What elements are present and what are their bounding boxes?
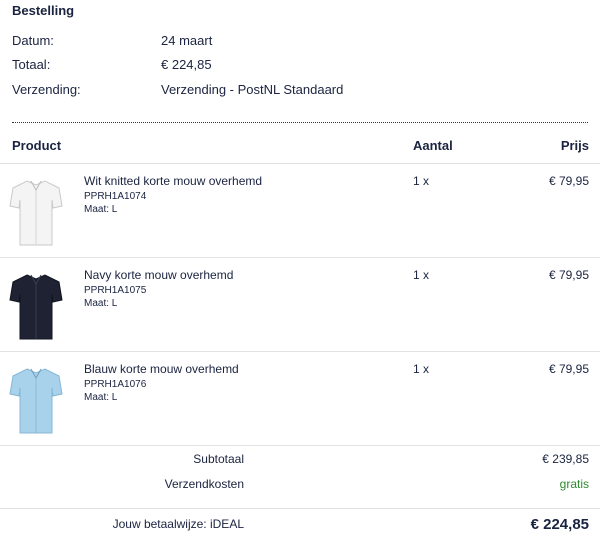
row-divider xyxy=(0,445,600,446)
order-title: Bestelling xyxy=(12,3,75,18)
dotted-divider xyxy=(12,122,588,123)
product-row: Navy korte mouw overhemd PPRH1A1075 Maat… xyxy=(0,258,600,352)
product-price: € 79,95 xyxy=(548,268,589,282)
payment-method-label: Jouw betaalwijze: iDEAL xyxy=(112,517,244,531)
product-price: € 79,95 xyxy=(548,174,589,188)
product-name[interactable]: Navy korte mouw overhemd xyxy=(84,268,233,282)
subtotal-value: € 239,85 xyxy=(542,452,589,466)
subtotal-label: Subtotaal xyxy=(193,452,244,466)
product-sku: PPRH1A1075 xyxy=(84,285,147,296)
product-quantity: 1 x xyxy=(413,362,430,376)
product-price: € 79,95 xyxy=(548,362,589,376)
product-quantity: 1 x xyxy=(413,268,430,282)
white-shirt-icon[interactable] xyxy=(9,176,63,248)
date-label: Datum: xyxy=(12,33,54,48)
date-value: 24 maart xyxy=(161,33,213,48)
header-price: Prijs xyxy=(560,138,589,153)
shipping-value: Verzending - PostNL Standaard xyxy=(161,82,344,97)
product-name[interactable]: Blauw korte mouw overhemd xyxy=(84,362,239,376)
shipping-cost-label: Verzendkosten xyxy=(164,477,244,491)
shipping-label: Verzending: xyxy=(12,82,81,97)
grand-total-value: € 224,85 xyxy=(530,516,589,533)
product-row: Blauw korte mouw overhemd PPRH1A1076 Maa… xyxy=(0,352,600,446)
total-divider xyxy=(0,508,600,509)
light-blue-shirt-icon[interactable] xyxy=(9,364,63,436)
product-sku: PPRH1A1074 xyxy=(84,191,147,202)
product-size: Maat: L xyxy=(84,204,118,215)
header-quantity: Aantal xyxy=(413,138,453,153)
product-size: Maat: L xyxy=(84,392,118,403)
total-value: € 224,85 xyxy=(161,57,212,72)
navy-shirt-icon[interactable] xyxy=(9,270,63,342)
product-name[interactable]: Wit knitted korte mouw overhemd xyxy=(84,174,262,188)
header-product: Product xyxy=(12,138,62,153)
product-quantity: 1 x xyxy=(413,174,430,188)
total-label: Totaal: xyxy=(12,57,51,72)
shipping-cost-value: gratis xyxy=(559,477,589,491)
product-size: Maat: L xyxy=(84,298,118,309)
product-sku: PPRH1A1076 xyxy=(84,379,147,390)
product-row: Wit knitted korte mouw overhemd PPRH1A10… xyxy=(0,164,600,258)
